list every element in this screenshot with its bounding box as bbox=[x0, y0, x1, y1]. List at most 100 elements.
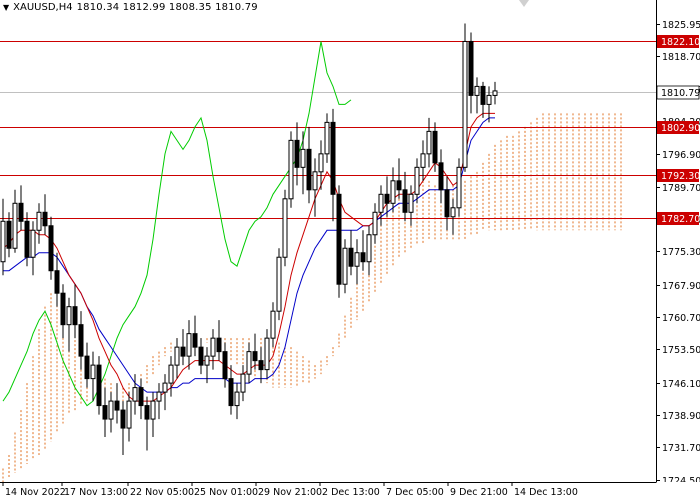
candle-body bbox=[444, 189, 450, 218]
candle-body bbox=[162, 382, 168, 393]
candle bbox=[336, 185, 342, 298]
candle-body bbox=[270, 310, 276, 339]
candle-body bbox=[432, 130, 438, 164]
symbol-label: XAUUSD,H4 bbox=[13, 2, 73, 13]
candle-body bbox=[240, 373, 246, 393]
candle-body bbox=[0, 220, 6, 263]
candle-body bbox=[204, 355, 210, 366]
chart-svg[interactable]: 1825.951818.701811.451804.201796.901789.… bbox=[0, 0, 700, 500]
candle-body bbox=[438, 162, 444, 191]
candle-body bbox=[210, 337, 216, 357]
candle-body bbox=[474, 85, 480, 96]
candle-body bbox=[54, 270, 60, 294]
level-label: 1792.30 bbox=[661, 171, 700, 182]
candle-body bbox=[486, 94, 492, 105]
candle-body bbox=[150, 400, 156, 420]
y-tick-label: 1767.90 bbox=[662, 281, 700, 292]
candle bbox=[456, 158, 462, 217]
candle-body bbox=[288, 139, 294, 200]
y-tick-label: 1731.70 bbox=[662, 443, 700, 454]
candle-body bbox=[198, 346, 204, 366]
candle-body bbox=[372, 211, 378, 236]
x-tick-label: 14 Dec 13:00 bbox=[514, 487, 578, 498]
candle bbox=[462, 23, 468, 172]
candle-body bbox=[462, 40, 468, 168]
high-value: 1812.99 bbox=[122, 2, 166, 13]
x-tick-label: 2 Dec 13:00 bbox=[322, 487, 380, 498]
candle-body bbox=[450, 207, 456, 218]
y-tick-label: 1796.90 bbox=[662, 150, 700, 161]
candle-body bbox=[354, 252, 360, 267]
candle-body bbox=[138, 387, 144, 407]
candle-body bbox=[186, 333, 192, 357]
chart-area[interactable]: 1825.951818.701811.451804.201796.901789.… bbox=[0, 0, 700, 500]
candle-body bbox=[492, 90, 498, 96]
candle bbox=[96, 356, 102, 415]
candle-body bbox=[114, 400, 120, 411]
candle-body bbox=[426, 130, 432, 155]
candle-body bbox=[396, 180, 402, 191]
candle-body bbox=[24, 220, 30, 258]
candle-body bbox=[378, 193, 384, 213]
candle-body bbox=[306, 148, 312, 191]
candle-body bbox=[414, 166, 420, 195]
x-tick-label: 17 Nov 13:00 bbox=[64, 487, 128, 498]
candle-body bbox=[282, 198, 288, 258]
price-axis: 1825.951818.701811.451804.201796.901789.… bbox=[656, 0, 700, 500]
candle-body bbox=[216, 337, 222, 353]
candle-body bbox=[174, 346, 180, 366]
y-tick-label: 1775.30 bbox=[662, 247, 700, 258]
candle-body bbox=[390, 180, 396, 204]
dropdown-triangle-icon[interactable]: ▼ bbox=[3, 3, 9, 12]
candle-body bbox=[132, 387, 138, 402]
candle-body bbox=[126, 400, 132, 429]
candle bbox=[48, 216, 54, 280]
candle-body bbox=[90, 364, 96, 380]
candle-body bbox=[6, 220, 12, 249]
candle-body bbox=[18, 202, 24, 222]
candle-body bbox=[324, 121, 330, 155]
y-tick-label: 1738.90 bbox=[662, 411, 700, 422]
candle-body bbox=[480, 85, 486, 105]
level-label: 1802.90 bbox=[661, 123, 700, 134]
candle-body bbox=[78, 324, 84, 357]
candle-body bbox=[234, 391, 240, 407]
candle-body bbox=[228, 378, 234, 407]
candle-body bbox=[192, 333, 198, 348]
candle-body bbox=[360, 252, 366, 263]
y-tick-label: 1825.95 bbox=[662, 20, 700, 31]
current-price-label: 1810.79 bbox=[661, 88, 700, 99]
candle-body bbox=[402, 189, 408, 213]
candle-body bbox=[420, 153, 426, 168]
chart-header: ▼ XAUUSD,H4 1810.34 1812.99 1808.35 1810… bbox=[3, 2, 258, 13]
candle-body bbox=[12, 202, 18, 249]
candle-body bbox=[246, 351, 252, 375]
x-tick-label: 25 Nov 01:00 bbox=[194, 487, 258, 498]
level-label: 1822.10 bbox=[661, 37, 700, 48]
y-tick-label: 1789.70 bbox=[662, 183, 700, 194]
candle-body bbox=[96, 364, 102, 407]
candle-body bbox=[180, 346, 186, 357]
candle bbox=[276, 248, 282, 321]
candle-body bbox=[72, 306, 78, 326]
level-label: 1782.70 bbox=[661, 214, 700, 225]
candle-body bbox=[120, 409, 126, 429]
candle-body bbox=[456, 166, 462, 209]
candle-body bbox=[156, 391, 162, 402]
candle-body bbox=[102, 405, 108, 420]
candle-body bbox=[66, 306, 72, 326]
shift-marker-icon[interactable] bbox=[519, 0, 529, 8]
candle-body bbox=[336, 193, 342, 285]
candle-body bbox=[468, 40, 474, 96]
x-tick-label: 14 Nov 2022 bbox=[5, 487, 66, 498]
candle-body bbox=[294, 139, 300, 168]
candle-body bbox=[258, 360, 264, 371]
candle-body bbox=[330, 121, 336, 195]
candle-body bbox=[366, 234, 372, 263]
candle-body bbox=[144, 405, 150, 420]
candle-body bbox=[60, 292, 66, 326]
y-tick-label: 1753.50 bbox=[662, 345, 700, 356]
candle-body bbox=[300, 148, 306, 168]
candle-body bbox=[408, 193, 414, 213]
x-tick-label: 29 Nov 21:00 bbox=[258, 487, 322, 498]
